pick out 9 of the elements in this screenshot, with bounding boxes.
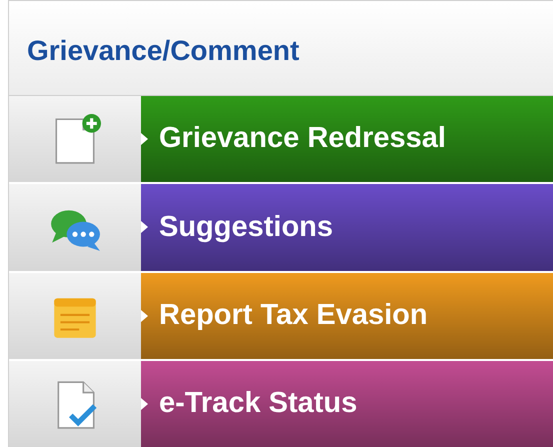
menu-link[interactable]: e-Track Status [141,360,553,447]
panel-title: Grievance/Comment [27,34,300,68]
menu-link[interactable]: Report Tax Evasion [141,272,553,359]
menu-link[interactable]: Grievance Redressal [141,96,553,182]
pointer-arrow-icon [141,310,148,322]
pointer-arrow-icon [141,221,148,234]
pointer-arrow-icon [141,133,148,146]
menu-link[interactable]: Suggestions [141,184,553,270]
pointer-arrow-icon [141,398,148,410]
